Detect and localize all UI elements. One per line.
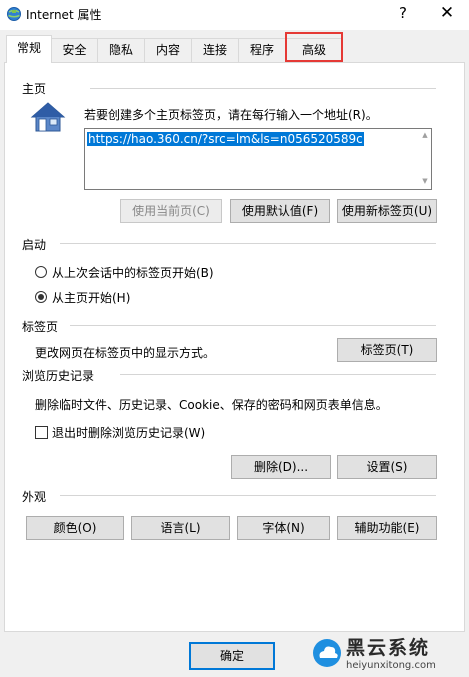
delete-on-exit-checkbox[interactable] (35, 426, 48, 439)
home-url-text: https://hao.360.cn/?src=lm&ls=n056520589… (87, 132, 364, 146)
startup-divider (60, 243, 436, 244)
languages-button[interactable]: 语言(L) (131, 516, 230, 540)
scroll-up-icon[interactable]: ▲ (420, 131, 430, 139)
close-button[interactable]: ✕ (432, 2, 462, 24)
tab-content[interactable]: 内容 (144, 38, 192, 62)
use-current-button[interactable]: 使用当前页(C) (120, 199, 222, 223)
watermark-site: heiyunxitong.com (346, 660, 436, 671)
history-divider (120, 374, 436, 375)
tab-security[interactable]: 安全 (51, 38, 98, 62)
window-title: Internet 属性 (26, 8, 102, 22)
tabs-section-label: 标签页 (22, 320, 59, 334)
delete-history-button[interactable]: 删除(D)... (231, 455, 331, 479)
ok-button[interactable]: 确定 (189, 642, 275, 670)
help-button[interactable]: ? (390, 2, 416, 24)
colors-button[interactable]: 颜色(O) (26, 516, 124, 540)
history-settings-button[interactable]: 设置(S) (337, 455, 437, 479)
startup-home-radio[interactable] (35, 291, 47, 303)
history-section-label: 浏览历史记录 (22, 369, 95, 383)
startup-section-label: 启动 (22, 238, 47, 252)
tab-general[interactable]: 常规 (6, 35, 52, 63)
tabs-settings-button[interactable]: 标签页(T) (337, 338, 437, 362)
startup-last-session-radio[interactable] (35, 266, 47, 278)
home-section-label: 主页 (22, 82, 47, 96)
delete-on-exit-label[interactable]: 退出时删除浏览历史记录(W) (52, 424, 205, 441)
accessibility-button[interactable]: 辅助功能(E) (337, 516, 437, 540)
tab-programs[interactable]: 程序 (238, 38, 286, 62)
use-default-button[interactable]: 使用默认值(F) (230, 199, 330, 223)
startup-home-label[interactable]: 从主页开始(H) (52, 289, 130, 306)
tabs-description: 更改网页在标签页中的显示方式。 (35, 346, 216, 360)
home-instruction: 若要创建多个主页标签页，请在每行输入一个地址(R)。 (84, 108, 378, 122)
scroll-down-icon[interactable]: ▼ (420, 177, 430, 185)
history-description: 删除临时文件、历史记录、Cookie、保存的密码和网页表单信息。 (35, 398, 388, 412)
title-bar: Internet 属性 ? ✕ (0, 0, 469, 30)
tab-advanced[interactable]: 高级 (285, 38, 343, 62)
appearance-divider (60, 495, 436, 496)
appearance-section-label: 外观 (22, 490, 47, 504)
home-divider (90, 88, 436, 89)
tab-connections[interactable]: 连接 (191, 38, 239, 62)
startup-last-session-label[interactable]: 从上次会话中的标签页开始(B) (52, 264, 214, 281)
fonts-button[interactable]: 字体(N) (237, 516, 330, 540)
home-url-textarea[interactable]: https://hao.360.cn/?src=lm&ls=n056520589… (84, 128, 432, 190)
use-new-tab-button[interactable]: 使用新标签页(U) (337, 199, 437, 223)
tab-privacy[interactable]: 隐私 (97, 38, 145, 62)
home-icon (30, 102, 66, 132)
watermark: 黑云系统 heiyunxitong.com (306, 632, 469, 677)
cloud-logo-icon (313, 639, 341, 667)
watermark-brand: 黑云系统 (346, 637, 431, 659)
tabs-divider (70, 325, 436, 326)
internet-options-icon (7, 7, 21, 21)
